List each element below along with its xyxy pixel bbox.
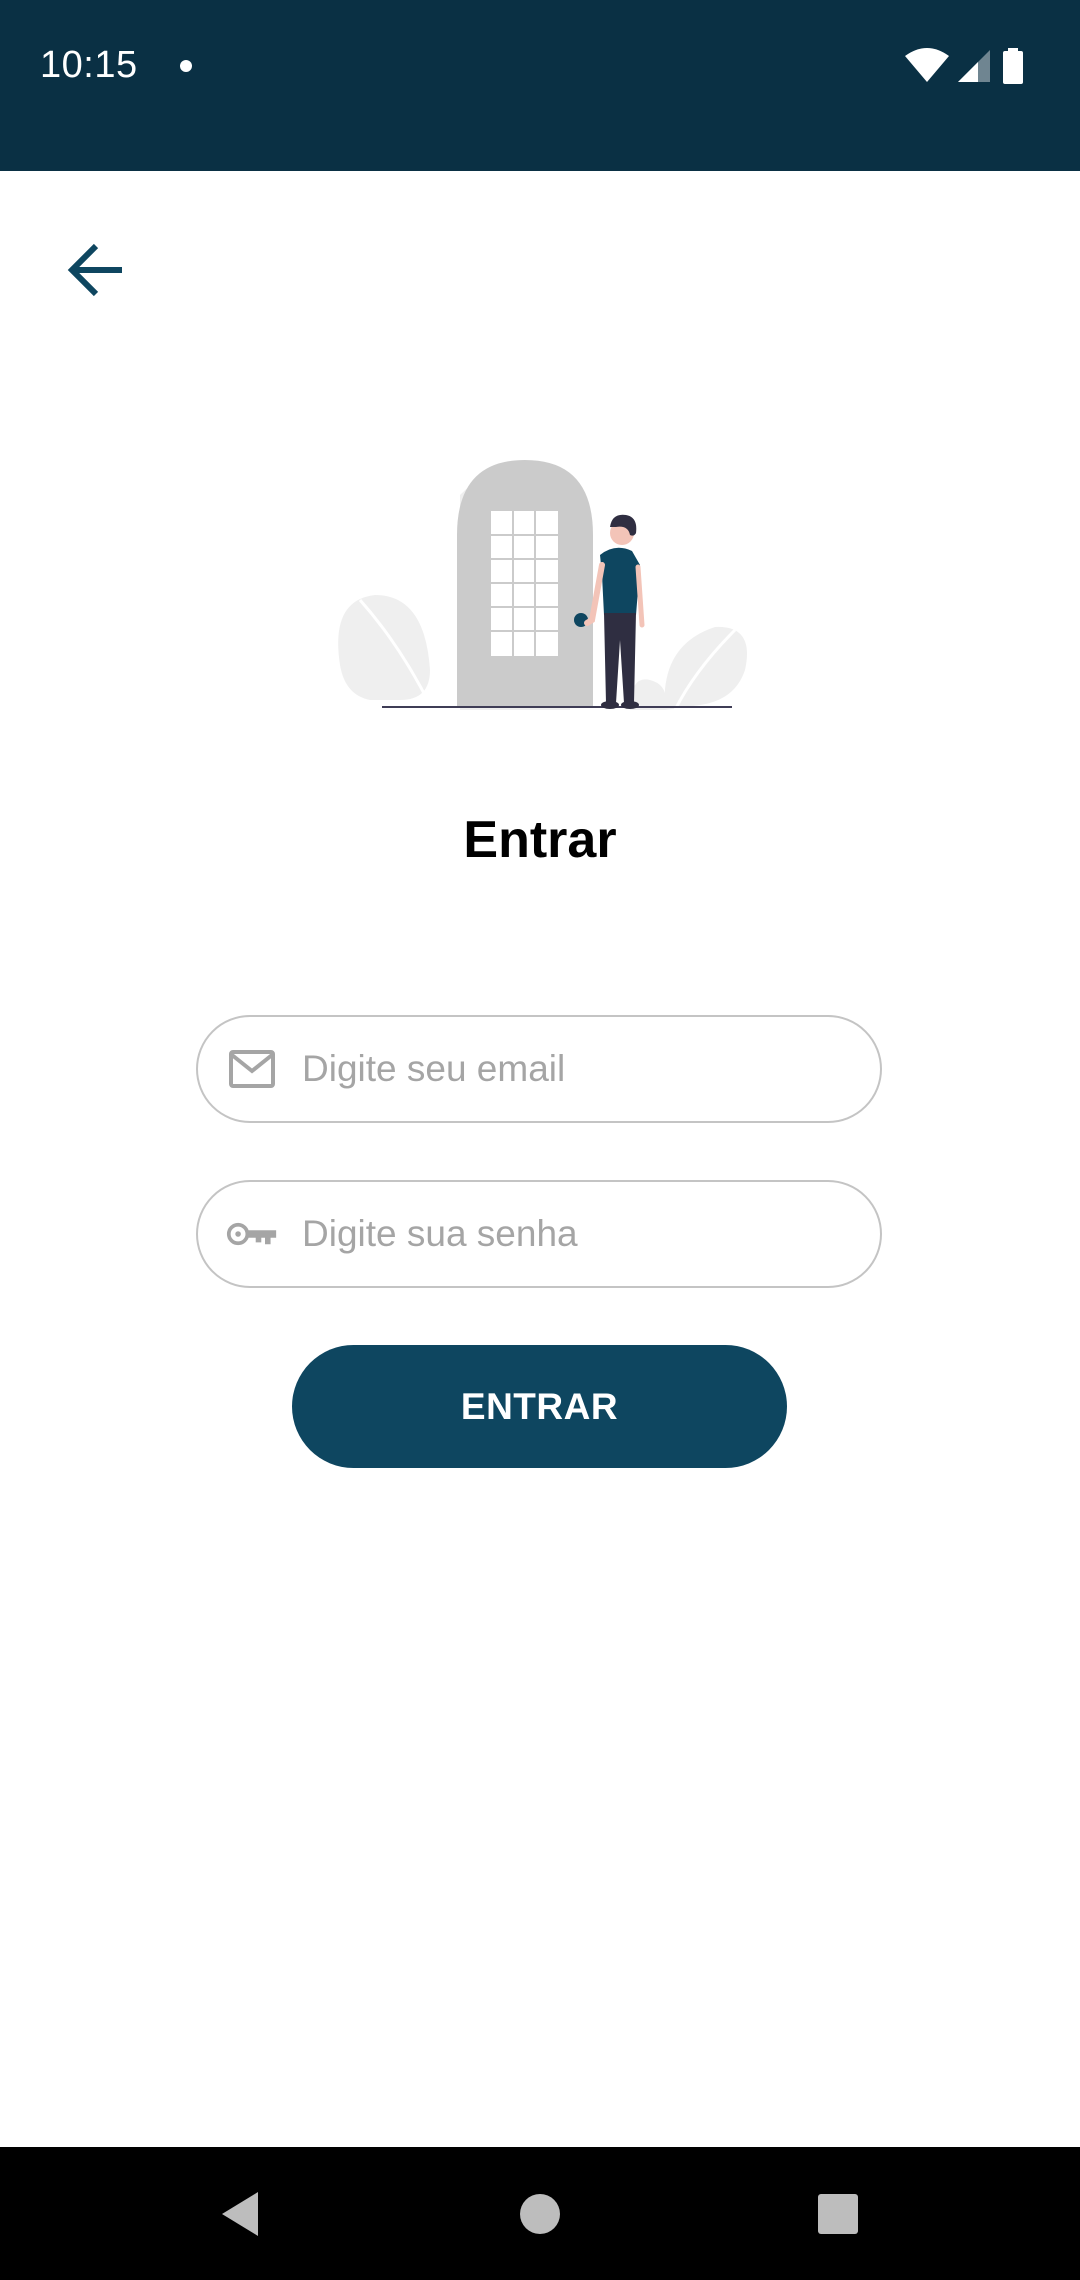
door-illustration [338, 460, 747, 710]
nav-home-button[interactable] [480, 2147, 600, 2280]
status-icons [904, 48, 1044, 88]
notification-dot-icon [180, 60, 192, 72]
arrow-left-icon [67, 243, 122, 297]
nav-back-button[interactable] [180, 2147, 300, 2280]
status-bar: 10:15 [0, 0, 1080, 171]
key-icon [226, 1208, 278, 1260]
password-field[interactable] [196, 1180, 882, 1288]
circle-home-icon [520, 2193, 560, 2234]
navigation-bar [0, 2147, 1080, 2280]
square-recents-icon [818, 2193, 858, 2234]
cell-signal-icon [958, 50, 990, 82]
login-button[interactable]: ENTRAR [292, 1345, 787, 1468]
page-title: Entrar [463, 811, 617, 869]
back-button[interactable] [56, 230, 136, 310]
mail-icon [226, 1043, 278, 1095]
email-input[interactable] [300, 1047, 864, 1091]
wifi-icon [905, 48, 949, 82]
email-field[interactable] [196, 1015, 882, 1123]
status-time: 10:15 [40, 44, 138, 86]
battery-icon [1003, 48, 1023, 84]
triangle-back-icon [222, 2191, 258, 2236]
nav-recents-button[interactable] [778, 2147, 898, 2280]
password-input[interactable] [300, 1212, 864, 1256]
